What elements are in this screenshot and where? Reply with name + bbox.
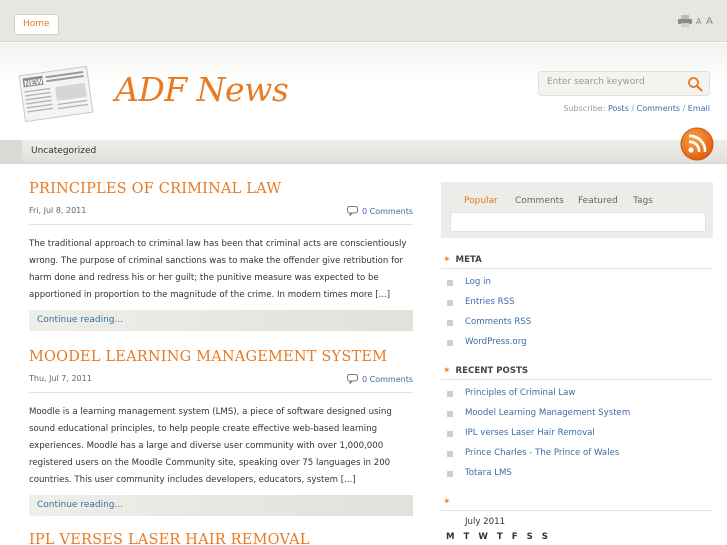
meta-heading: ✶ META [443,255,482,265]
separator: / [628,104,637,113]
post-date: Fri, Jul 8, 2011 [29,206,87,215]
bullet-icon [447,391,453,397]
post-divider [29,224,413,225]
category-nav: Uncategorized [0,140,727,164]
recent-post-item[interactable]: Totara LMS [441,464,713,484]
subscribe-comments-link[interactable]: Comments [637,104,680,113]
continue-reading-link[interactable]: Continue reading... [29,495,413,516]
meta-item-wordpress[interactable]: WordPress.org [441,333,713,353]
widget-divider [441,379,713,380]
meta-item-label[interactable]: Comments RSS [465,317,531,327]
recent-post-link[interactable]: Moodel Learning Management System [465,408,630,418]
print-icon[interactable] [678,15,692,27]
recent-post-link[interactable]: IPL verses Laser Hair Removal [465,428,595,438]
search-input[interactable] [547,77,687,87]
tab-tags[interactable]: Tags [633,196,653,206]
tab-featured[interactable]: Featured [578,196,618,206]
bullet-icon [447,280,453,286]
font-size-toggle[interactable]: A A [696,16,714,27]
site-header: NEWS ADF News Subscribe: Posts / Comment… [0,43,727,140]
comment-bubble-icon [347,206,358,217]
post-entry: IPL verses Laser Hair Removal [29,532,413,545]
tab-popular[interactable]: Popular [464,196,498,206]
star-icon: ✶ [443,497,451,507]
recent-post-link[interactable]: Totara LMS [465,468,512,478]
bullet-icon [447,411,453,417]
post-entry: Principles of Criminal Law Fri, Jul 8, 2… [29,181,413,331]
post-meta: Thu, Jul 7, 2011 0 Comments [29,374,413,388]
separator: / [680,104,688,113]
subscribe-links: Subscribe: Posts / Comments / Email [563,104,710,113]
recent-post-item[interactable]: Principles of Criminal Law [441,384,713,404]
tab-panel [450,212,706,232]
subscribe-label: Subscribe: [563,104,606,113]
post-comments-link[interactable]: 0 Comments [347,206,413,217]
post-comments-link[interactable]: 0 Comments [347,374,413,385]
bullet-icon [447,431,453,437]
site-title[interactable]: ADF News [115,70,289,109]
recent-posts-heading: ✶ RECENT POSTS [443,366,528,376]
post-meta: Fri, Jul 8, 2011 0 Comments [29,206,413,220]
post-excerpt: The traditional approach to criminal law… [29,239,407,300]
widget-divider [441,268,713,269]
recent-post-item[interactable]: Moodel Learning Management System [441,404,713,424]
subscribe-posts-link[interactable]: Posts [608,104,629,113]
rss-icon[interactable] [680,127,714,161]
recent-post-item[interactable]: Prince Charles - The Prince of Wales [441,444,713,464]
post-comments-count[interactable]: 0 Comments [362,207,413,216]
font-small-button[interactable]: A [696,17,702,26]
recent-posts-heading-text: RECENT POSTS [455,366,529,376]
home-tab[interactable]: Home [14,14,59,35]
meta-item-label[interactable]: Log in [465,277,491,287]
meta-heading-text: META [455,255,482,265]
star-icon: ✶ [443,255,451,265]
search-icon[interactable] [687,76,703,92]
nav-left-cap [0,140,22,164]
meta-item-entries-rss[interactable]: Entries RSS [441,293,713,313]
newspaper-logo-icon[interactable]: NEWS [16,65,96,123]
top-bar: Home A A [0,0,727,42]
post-title-link[interactable]: IPL verses Laser Hair Removal [29,532,413,545]
tab-comments[interactable]: Comments [515,196,564,206]
recent-post-item[interactable]: IPL verses Laser Hair Removal [441,424,713,444]
meta-item-label[interactable]: Entries RSS [465,297,515,307]
bullet-icon [447,471,453,477]
recent-post-link[interactable]: Prince Charles - The Prince of Wales [465,448,619,458]
bullet-icon [447,451,453,457]
bullet-icon [447,320,453,326]
comment-bubble-icon [347,374,358,385]
post-entry: Moodel Learning Management System Thu, J… [29,349,413,516]
calendar-weekdays: M T W T F S S [446,532,551,542]
post-title-link[interactable]: Moodel Learning Management System [29,349,413,365]
star-icon: ✶ [443,366,451,376]
post-date: Thu, Jul 7, 2011 [29,374,92,383]
meta-item-label[interactable]: WordPress.org [465,337,527,347]
recent-post-link[interactable]: Principles of Criminal Law [465,388,575,398]
post-excerpt: Moodle is a learning management system (… [29,407,392,485]
calendar-heading: ✶ [443,497,456,507]
font-large-button[interactable]: A [706,16,714,27]
post-title-link[interactable]: Principles of Criminal Law [29,181,413,197]
post-divider [29,392,413,393]
continue-reading-link[interactable]: Continue reading... [29,310,413,331]
bullet-icon [447,340,453,346]
subscribe-email-link[interactable]: Email [688,104,710,113]
meta-item-login[interactable]: Log in [441,273,713,293]
widget-divider [441,510,713,511]
calendar-month: July 2011 [465,517,506,527]
meta-item-comments-rss[interactable]: Comments RSS [441,313,713,333]
bullet-icon [447,300,453,306]
post-comments-count[interactable]: 0 Comments [362,375,413,384]
search-box [538,71,710,96]
nav-item-uncategorized[interactable]: Uncategorized [31,146,96,156]
